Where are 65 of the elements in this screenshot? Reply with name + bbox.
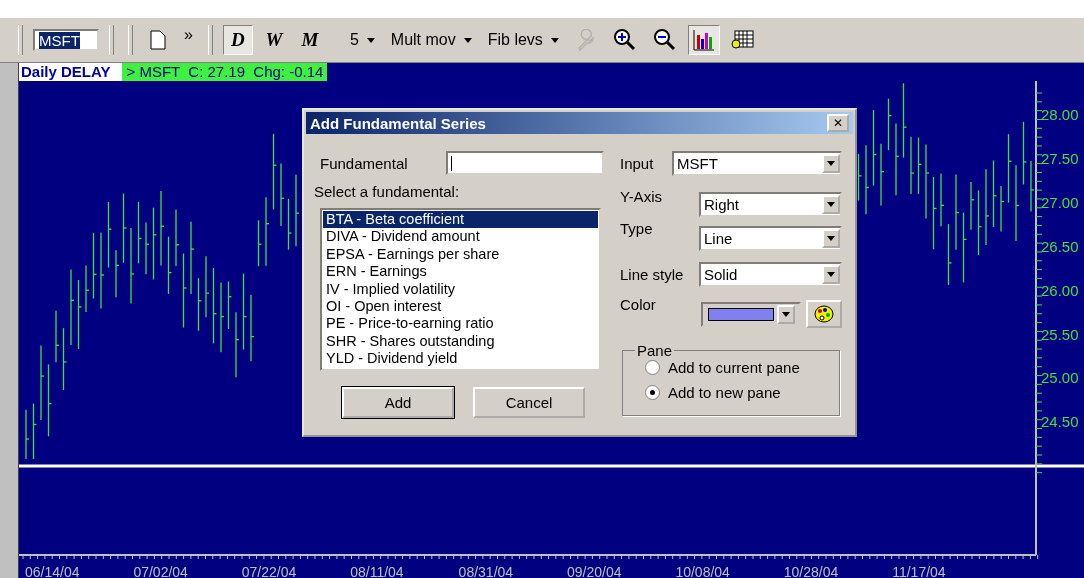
price-label: 24.50 (1041, 413, 1079, 431)
tool-button[interactable] (687, 25, 720, 55)
field-label: Color (619, 296, 656, 313)
list-label: Select a fundamental: (314, 182, 460, 200)
period-button[interactable]: W (258, 25, 289, 55)
dropdown-field[interactable]: Right (699, 191, 842, 217)
table-icon (730, 29, 755, 51)
overflow-button[interactable]: » (179, 25, 198, 55)
date-label: 09/20/04 (567, 564, 622, 578)
price-label: 27.00 (1041, 193, 1079, 211)
date-label: 08/31/04 (458, 564, 514, 578)
chart-title: Daily DELAY (19, 63, 123, 81)
date-label: 10/08/04 (675, 564, 730, 578)
price-label: 26.50 (1041, 237, 1079, 255)
price-label: 27.50 (1041, 149, 1079, 167)
close-button[interactable]: ✕ (827, 114, 849, 132)
radio-button[interactable] (645, 385, 660, 400)
palette-button[interactable] (806, 300, 842, 328)
quote-label: > MSFT C: 27.19 Chg: -0.14 (122, 63, 328, 81)
field-label: Type (619, 220, 653, 237)
date-label: 07/02/04 (133, 564, 188, 578)
caret-icon (827, 160, 835, 166)
dialog-button[interactable]: Cancel (473, 387, 585, 418)
palette-icon (814, 305, 834, 323)
field-label: Input (619, 154, 654, 172)
caret-icon (463, 37, 472, 43)
field-label: Fundamental (319, 154, 408, 172)
price-label: 25.50 (1041, 325, 1079, 343)
caret-icon (827, 235, 835, 241)
price-label: 26.00 (1041, 281, 1079, 299)
dropdown-button[interactable]: Mult mov (385, 25, 477, 55)
date-label: 07/22/04 (241, 564, 297, 578)
period-button[interactable]: M (294, 25, 325, 55)
zoom-in-icon (612, 28, 637, 52)
default-button[interactable]: Add (342, 387, 454, 418)
date-label: 11/17/04 (892, 564, 946, 578)
caret-icon (782, 311, 790, 317)
symbol-field[interactable]: MSFT (33, 29, 99, 51)
dropdown-button[interactable]: Fib levs (482, 25, 564, 55)
caret-icon (827, 271, 835, 277)
caret-icon (550, 37, 559, 43)
date-label: 10/28/04 (783, 564, 839, 578)
dropdown-button[interactable]: 5 (344, 25, 380, 55)
period-button[interactable]: D (222, 25, 253, 55)
dropdown-field[interactable]: Line (699, 225, 842, 251)
fundamental-field[interactable] (446, 151, 604, 175)
date-label: 06/14/04 (25, 564, 80, 578)
dropdown-field[interactable]: MSFT (672, 150, 842, 176)
radio-option[interactable]: Add to new pane (645, 384, 839, 401)
caret-icon (827, 201, 835, 207)
group-label: Pane (636, 342, 674, 359)
date-label: 08/11/04 (350, 564, 404, 578)
list-item[interactable]: BTA - Beta coefficient (323, 211, 598, 229)
price-label: 25.00 (1041, 369, 1079, 387)
zoom-out-icon (652, 28, 677, 52)
field-label: Y-Axis (619, 188, 662, 205)
price-label: 28.00 (1041, 106, 1079, 123)
bar-chart-icon (692, 29, 715, 51)
dropdown-field[interactable]: Solid (699, 261, 842, 287)
caret-icon (366, 37, 375, 43)
field-label: Line style (619, 265, 684, 283)
dialog-title: Add Fundamental Series (310, 114, 486, 132)
radio-option[interactable]: Add to current pane (645, 359, 839, 376)
document-icon (150, 30, 166, 50)
radio-button[interactable] (645, 360, 660, 375)
